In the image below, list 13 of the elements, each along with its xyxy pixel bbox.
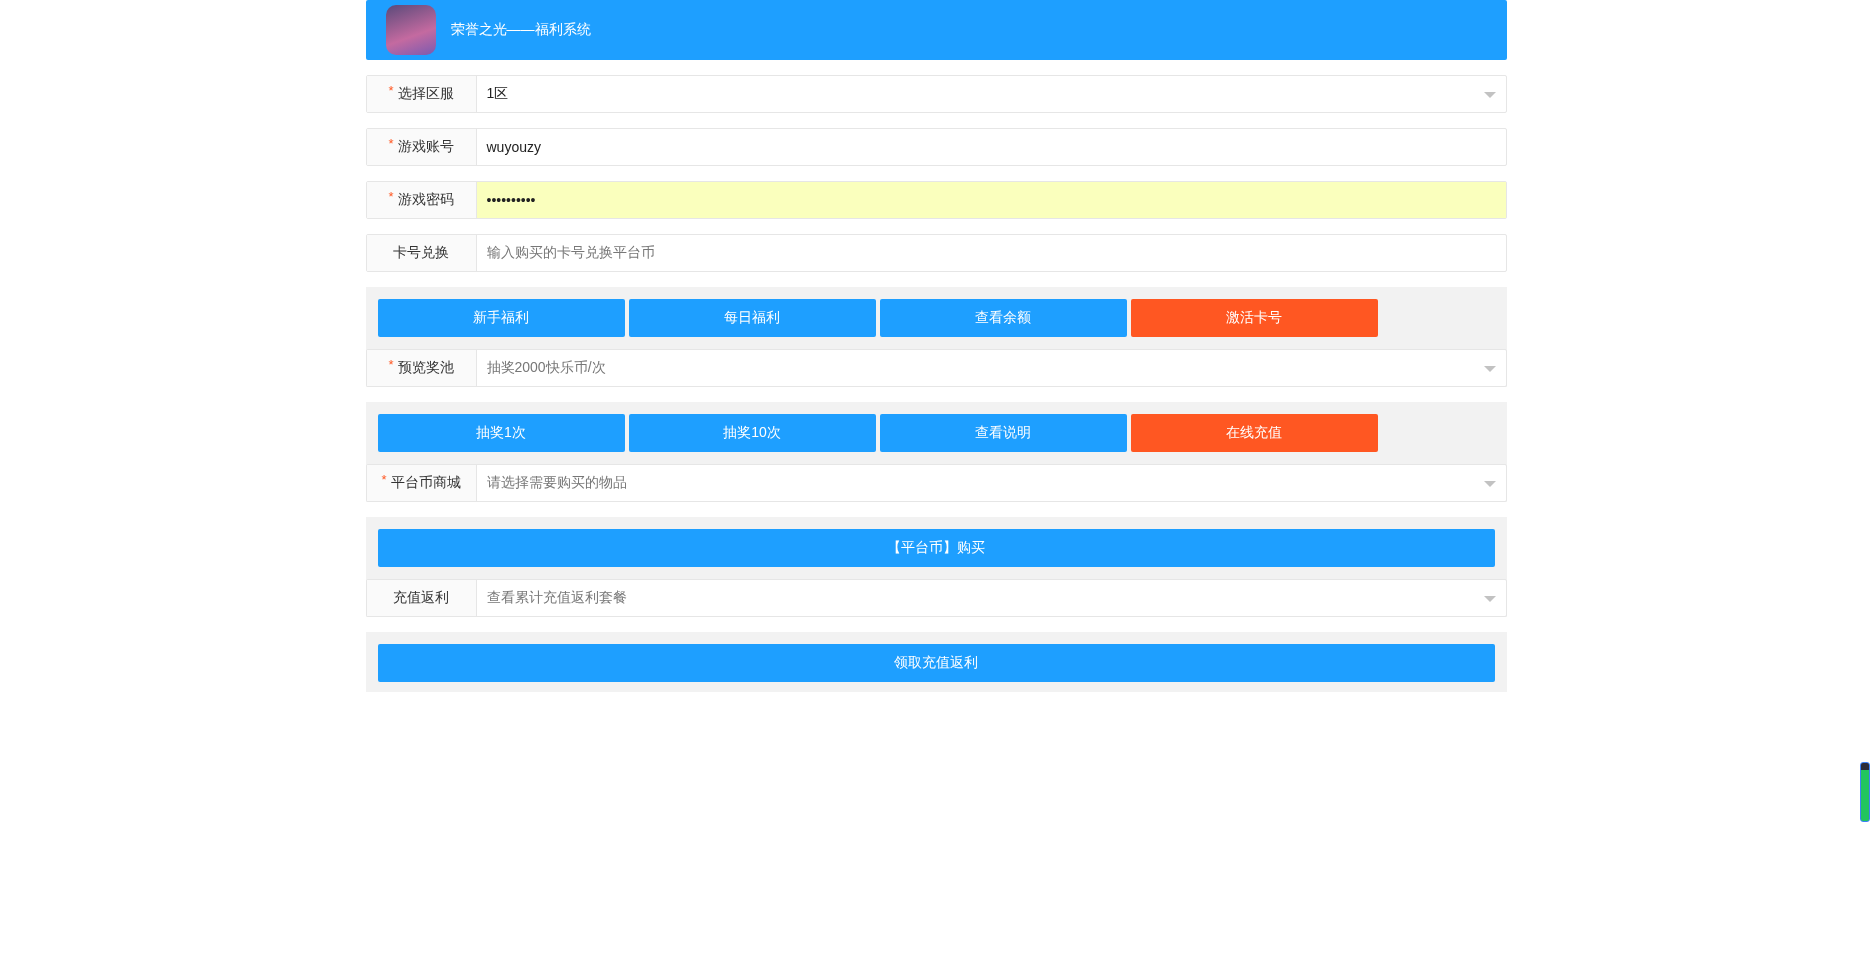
- action-button[interactable]: 领取充值返利: [377, 644, 1495, 682]
- action-button[interactable]: 激活卡号: [1130, 299, 1378, 337]
- action-button[interactable]: 【平台币】购买: [377, 529, 1495, 567]
- action-button[interactable]: 抽奖10次: [628, 414, 876, 452]
- action-button[interactable]: 新手福利: [377, 299, 625, 337]
- action-button[interactable]: 每日福利: [628, 299, 876, 337]
- action-button[interactable]: 查看余额: [879, 299, 1127, 337]
- action-button[interactable]: 在线充值: [1130, 414, 1378, 452]
- action-button[interactable]: 查看说明: [879, 414, 1127, 452]
- page-title: 荣誉之光——福利系统: [450, 21, 591, 39]
- side-widget[interactable]: [1860, 762, 1870, 822]
- photo-placeholder: [385, 5, 436, 55]
- action-button[interactable]: 抽奖1次: [377, 414, 625, 452]
